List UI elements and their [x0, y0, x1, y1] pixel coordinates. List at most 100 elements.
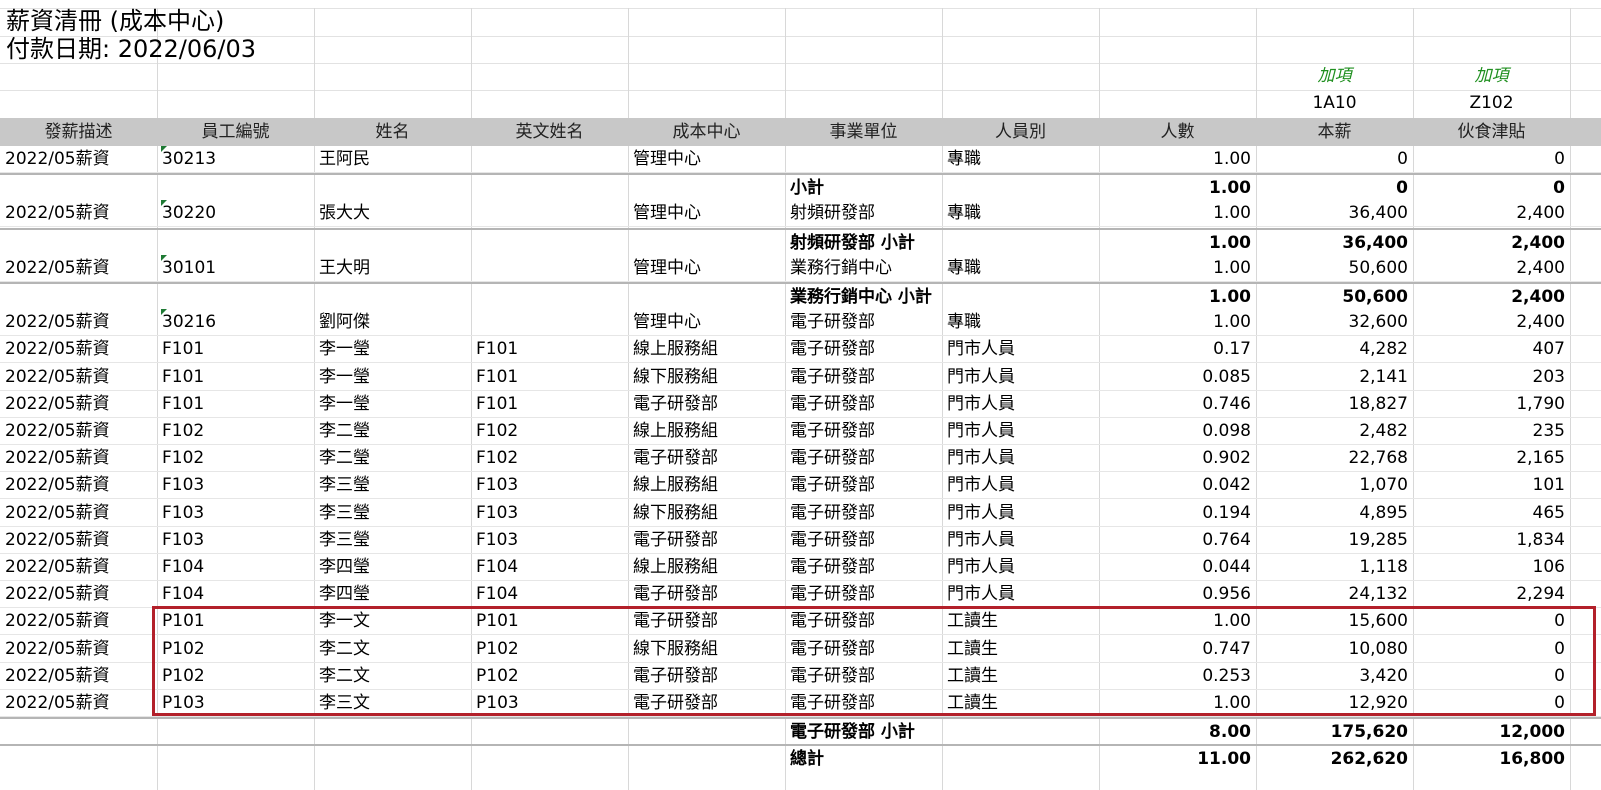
- column-header-desc[interactable]: 發薪描述: [0, 118, 157, 146]
- business-unit-cell[interactable]: 電子研發部: [785, 309, 942, 335]
- desc-cell[interactable]: [0, 746, 157, 772]
- business-unit-cell[interactable]: 電子研發部: [785, 690, 942, 716]
- headcount-cell[interactable]: 1.00: [1099, 175, 1256, 201]
- name-cell[interactable]: 李三瑩: [314, 500, 471, 526]
- name-cell[interactable]: [314, 284, 471, 310]
- english-name-cell[interactable]: P102: [471, 663, 628, 689]
- cost-center-cell[interactable]: 電子研發部: [628, 581, 785, 607]
- cost-center-cell[interactable]: 線上服務組: [628, 554, 785, 580]
- english-name-cell[interactable]: [471, 746, 628, 772]
- base-salary-cell[interactable]: 19,285: [1256, 527, 1413, 553]
- meal-allowance-cell[interactable]: 16,800: [1413, 746, 1570, 772]
- base-salary-cell[interactable]: 24,132: [1256, 581, 1413, 607]
- column-header-english-name[interactable]: 英文姓名: [471, 118, 628, 146]
- english-name-cell[interactable]: P102: [471, 636, 628, 662]
- employee-id-cell[interactable]: F103: [157, 472, 314, 498]
- staff-type-cell[interactable]: 門市人員: [942, 418, 1099, 444]
- staff-type-cell[interactable]: 專職: [942, 146, 1099, 172]
- headcount-cell[interactable]: 1.00: [1099, 284, 1256, 310]
- name-cell[interactable]: [314, 746, 471, 772]
- english-name-cell[interactable]: [471, 255, 628, 281]
- headcount-cell[interactable]: 0.956: [1099, 581, 1256, 607]
- base-salary-cell[interactable]: 175,620: [1256, 719, 1413, 745]
- cost-center-cell[interactable]: 電子研發部: [628, 527, 785, 553]
- employee-id-cell[interactable]: P102: [157, 663, 314, 689]
- payment-date[interactable]: 付款日期: 2022/06/03: [6, 35, 256, 63]
- desc-cell[interactable]: [0, 175, 157, 201]
- meal-allowance-cell[interactable]: 2,400: [1413, 255, 1570, 281]
- meal-allowance-cell[interactable]: 203: [1413, 364, 1570, 390]
- headcount-cell[interactable]: 0.764: [1099, 527, 1256, 553]
- employee-id-cell[interactable]: P103: [157, 690, 314, 716]
- meal-allowance-cell[interactable]: 0: [1413, 146, 1570, 172]
- headcount-cell[interactable]: 0.747: [1099, 636, 1256, 662]
- name-cell[interactable]: 李三文: [314, 690, 471, 716]
- staff-type-cell[interactable]: [942, 284, 1099, 310]
- employee-id-cell[interactable]: P102: [157, 636, 314, 662]
- name-cell[interactable]: 李四瑩: [314, 581, 471, 607]
- english-name-cell[interactable]: F103: [471, 527, 628, 553]
- cost-center-cell[interactable]: 管理中心: [628, 146, 785, 172]
- name-cell[interactable]: 李二文: [314, 636, 471, 662]
- desc-cell[interactable]: 2022/05薪資: [0, 391, 157, 417]
- employee-id-cell[interactable]: 30101: [157, 255, 314, 281]
- cost-center-cell[interactable]: 電子研發部: [628, 690, 785, 716]
- name-cell[interactable]: [314, 230, 471, 256]
- employee-id-cell[interactable]: [157, 719, 314, 745]
- name-cell[interactable]: 李二文: [314, 663, 471, 689]
- base-salary-cell[interactable]: 50,600: [1256, 284, 1413, 310]
- name-cell[interactable]: 李一文: [314, 608, 471, 634]
- name-cell[interactable]: 李一瑩: [314, 391, 471, 417]
- column-header-base-salary[interactable]: 本薪: [1256, 118, 1413, 146]
- meal-allowance-cell[interactable]: 0: [1413, 608, 1570, 634]
- desc-cell[interactable]: 2022/05薪資: [0, 364, 157, 390]
- employee-id-cell[interactable]: F102: [157, 418, 314, 444]
- business-unit-cell[interactable]: 電子研發部: [785, 391, 942, 417]
- cost-center-cell[interactable]: 管理中心: [628, 255, 785, 281]
- meal-allowance-cell[interactable]: 407: [1413, 336, 1570, 362]
- headcount-cell[interactable]: 1.00: [1099, 690, 1256, 716]
- base-salary-cell[interactable]: 262,620: [1256, 746, 1413, 772]
- english-name-cell[interactable]: [471, 719, 628, 745]
- base-salary-cell[interactable]: 3,420: [1256, 663, 1413, 689]
- meal-allowance-cell[interactable]: 1,790: [1413, 391, 1570, 417]
- english-name-cell[interactable]: [471, 309, 628, 335]
- cost-center-cell[interactable]: [628, 175, 785, 201]
- staff-type-cell[interactable]: 門市人員: [942, 554, 1099, 580]
- employee-id-cell[interactable]: 30213: [157, 146, 314, 172]
- business-unit-cell[interactable]: 電子研發部: [785, 500, 942, 526]
- employee-id-cell[interactable]: F101: [157, 364, 314, 390]
- headcount-cell[interactable]: 0.194: [1099, 500, 1256, 526]
- staff-type-cell[interactable]: 專職: [942, 309, 1099, 335]
- desc-cell[interactable]: [0, 719, 157, 745]
- employee-id-cell[interactable]: F104: [157, 554, 314, 580]
- business-unit-cell[interactable]: [785, 146, 942, 172]
- english-name-cell[interactable]: [471, 175, 628, 201]
- cost-center-cell[interactable]: 線上服務組: [628, 472, 785, 498]
- business-unit-cell[interactable]: 電子研發部: [785, 336, 942, 362]
- base-salary-cell[interactable]: 22,768: [1256, 445, 1413, 471]
- staff-type-cell[interactable]: 門市人員: [942, 527, 1099, 553]
- headcount-cell[interactable]: 1.00: [1099, 200, 1256, 226]
- staff-type-cell[interactable]: 工讀生: [942, 608, 1099, 634]
- column-header-staff-type[interactable]: 人員別: [942, 118, 1099, 146]
- desc-cell[interactable]: 2022/05薪資: [0, 581, 157, 607]
- headcount-cell[interactable]: 0.17: [1099, 336, 1256, 362]
- employee-id-cell[interactable]: F101: [157, 391, 314, 417]
- item-code-label[interactable]: 1A10: [1256, 90, 1413, 116]
- column-header-employee-id[interactable]: 員工編號: [157, 118, 314, 146]
- desc-cell[interactable]: 2022/05薪資: [0, 146, 157, 172]
- headcount-cell[interactable]: 1.00: [1099, 608, 1256, 634]
- headcount-cell[interactable]: 11.00: [1099, 746, 1256, 772]
- desc-cell[interactable]: 2022/05薪資: [0, 690, 157, 716]
- cost-center-cell[interactable]: 線上服務組: [628, 418, 785, 444]
- english-name-cell[interactable]: F103: [471, 472, 628, 498]
- headcount-cell[interactable]: 0.044: [1099, 554, 1256, 580]
- meal-allowance-cell[interactable]: 2,400: [1413, 230, 1570, 256]
- english-name-cell[interactable]: [471, 200, 628, 226]
- staff-type-cell[interactable]: [942, 175, 1099, 201]
- meal-allowance-cell[interactable]: 235: [1413, 418, 1570, 444]
- name-cell[interactable]: 王大明: [314, 255, 471, 281]
- desc-cell[interactable]: 2022/05薪資: [0, 608, 157, 634]
- base-salary-cell[interactable]: 4,895: [1256, 500, 1413, 526]
